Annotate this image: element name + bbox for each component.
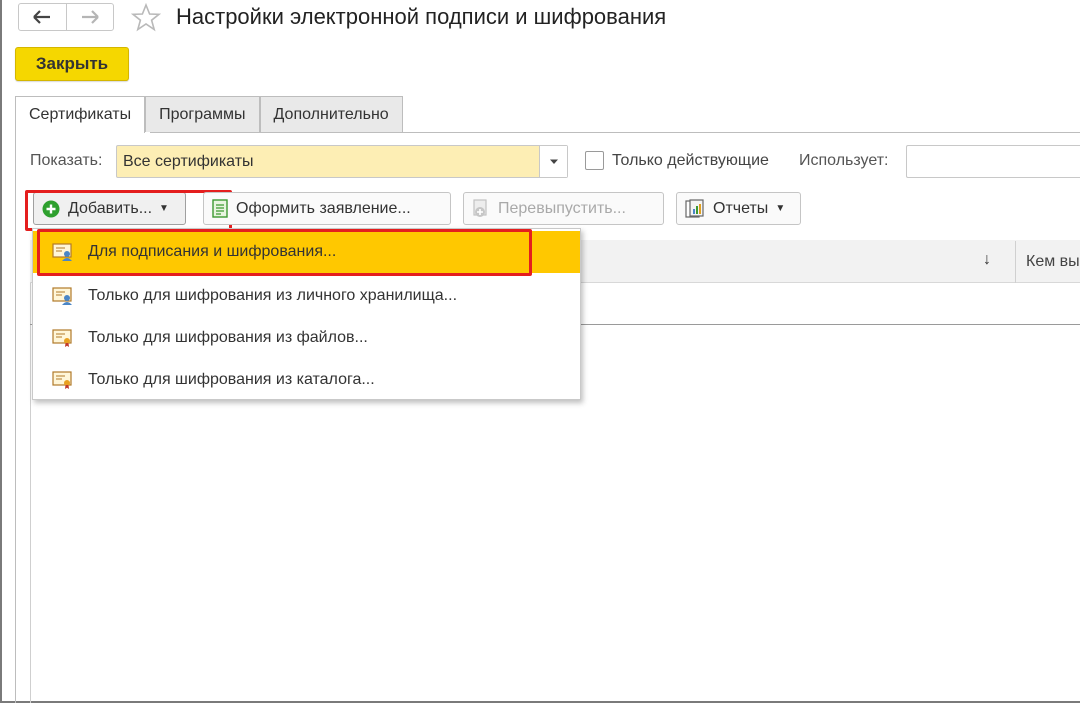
favorite-star-icon[interactable] [130, 2, 162, 37]
tab-bar: Сертификаты Программы Дополнительно [15, 96, 403, 133]
panel-border [15, 132, 16, 703]
show-select[interactable]: Все сертификаты [116, 145, 568, 178]
reissue-icon [472, 199, 490, 218]
certificate-person-icon [52, 287, 74, 305]
forward-button[interactable] [65, 4, 114, 30]
menu-item-personal-store[interactable]: Только для шифрования из личного хранили… [33, 275, 580, 317]
document-icon [212, 199, 228, 218]
column-separator[interactable] [1015, 241, 1016, 283]
reissue-button-label: Перевыпустить... [498, 199, 626, 217]
navigation-buttons [18, 3, 114, 31]
window-title: Настройки электронной подписи и шифрован… [176, 4, 667, 29]
tab-additional[interactable]: Дополнительно [259, 96, 403, 132]
tab-certificates[interactable]: Сертификаты [15, 96, 146, 133]
menu-item-label: Только для шифрования из каталога... [88, 371, 375, 388]
only-active-checkbox[interactable] [585, 151, 604, 170]
tab-programs[interactable]: Программы [145, 96, 260, 132]
uses-label: Использует: [799, 152, 889, 169]
sort-arrow-icon[interactable]: ↓ [983, 251, 991, 269]
highlight-frame-menu-item [37, 229, 532, 276]
uses-input[interactable] [906, 145, 1080, 178]
certificate-icon [52, 329, 74, 347]
menu-item-from-files[interactable]: Только для шифрования из файлов... [33, 317, 580, 359]
only-active-label[interactable]: Только действующие [612, 152, 769, 170]
menu-item-label: Только для шифрования из файлов... [88, 329, 368, 346]
certificate-icon [52, 371, 74, 389]
show-label: Показать: [30, 152, 103, 169]
show-select-value: Все сертификаты [123, 153, 254, 170]
menu-item-label: Только для шифрования из личного хранили… [88, 287, 458, 304]
reissue-button[interactable]: Перевыпустить... [463, 192, 664, 225]
dropdown-button[interactable] [539, 146, 567, 177]
column-header-issued-by[interactable]: Кем вы [1026, 253, 1080, 271]
chevron-down-icon [549, 159, 558, 164]
application-button-label: Оформить заявление... [236, 199, 411, 217]
application-button[interactable]: Оформить заявление... [203, 192, 451, 225]
caret-down-icon: ▼ [775, 203, 786, 214]
reports-button[interactable]: Отчеты ▼ [676, 192, 801, 225]
close-button[interactable]: Закрыть [15, 47, 129, 81]
back-button[interactable] [19, 4, 66, 30]
arrow-right-icon [81, 10, 99, 24]
reports-button-label: Отчеты [713, 199, 769, 217]
reports-icon [685, 199, 705, 218]
arrow-left-icon [33, 10, 51, 24]
tab-divider [150, 132, 1080, 133]
highlight-frame-add [25, 190, 232, 231]
menu-item-from-catalog[interactable]: Только для шифрования из каталога... [33, 359, 580, 401]
